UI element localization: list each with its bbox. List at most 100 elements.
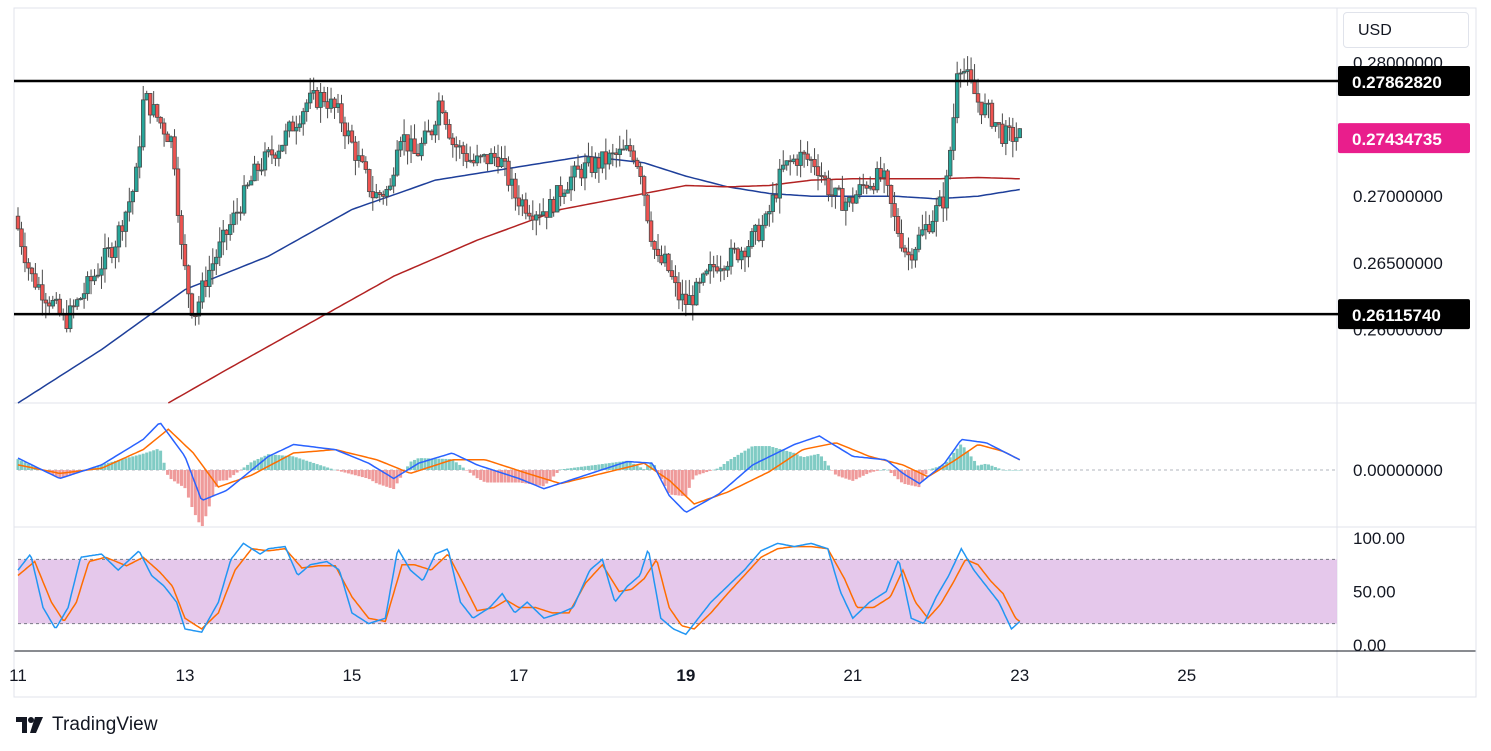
histogram-bar-positive (590, 465, 594, 470)
candle-up (422, 130, 428, 144)
histogram-bar-positive (879, 470, 883, 471)
histogram-bar-positive (1000, 469, 1004, 471)
candle-down (996, 122, 1002, 125)
histogram-bar-positive (973, 460, 977, 470)
histogram-bar-positive (743, 450, 747, 470)
candle-up (374, 192, 379, 199)
candle-down (840, 188, 845, 211)
candle-down (429, 130, 435, 136)
time-tick-label: 17 (509, 666, 528, 685)
candle-up (593, 157, 598, 173)
histogram-bar-positive (820, 456, 824, 470)
stochastic-tick-label: 50.00 (1353, 583, 1396, 602)
tradingview-logo[interactable]: TradingView (16, 714, 158, 736)
time-tick-label: 25 (1177, 666, 1196, 685)
candle-down (154, 104, 160, 118)
candle-down (742, 250, 748, 258)
candle-up (763, 213, 769, 226)
candle-down (666, 253, 671, 272)
candle-down (363, 161, 369, 170)
candle-down (415, 153, 421, 157)
candle-up (509, 178, 515, 186)
candle-down (342, 122, 348, 137)
histogram-bar-positive (639, 467, 643, 470)
histogram-bar-positive (733, 456, 737, 470)
candle-up (116, 225, 122, 248)
price-pane (18, 8, 1337, 403)
candle-down (523, 199, 529, 214)
histogram-bar-negative (913, 470, 917, 487)
histogram-bar-positive (781, 449, 785, 470)
candle-down (1000, 123, 1005, 144)
candle-down (332, 98, 337, 108)
candle-down (735, 248, 741, 261)
candle-down (19, 228, 24, 248)
candle-down (203, 280, 209, 287)
candle-up (433, 124, 438, 136)
tradingview-logo-icon (16, 717, 43, 733)
candle-up (99, 268, 104, 276)
histogram-bar-negative (875, 470, 879, 471)
candle-up (67, 305, 73, 329)
candle-up (687, 295, 692, 305)
candle-up (123, 211, 129, 232)
candle-up (913, 248, 918, 261)
candle-down (645, 194, 650, 222)
histogram-bar-negative (475, 470, 479, 479)
candle-down (377, 192, 382, 195)
candle-down (120, 225, 125, 232)
chart-canvas[interactable]: 0.280000000.270000000.265000000.26000000… (0, 0, 1491, 751)
candle-up (565, 189, 570, 194)
histogram-bar-negative (392, 470, 396, 490)
candle-down (255, 163, 261, 171)
candle-up (335, 103, 341, 108)
candle-down (426, 130, 431, 133)
candle-up (130, 191, 135, 203)
candle-down (1007, 125, 1012, 128)
histogram-bar-positive (120, 459, 124, 470)
candle-up (92, 275, 97, 282)
candle-up (221, 229, 226, 243)
candle-up (586, 156, 591, 164)
candle-down (40, 284, 45, 301)
candle-down (979, 101, 984, 116)
candle-up (102, 248, 108, 270)
histogram-bar-negative (350, 470, 354, 475)
histogram-bar-negative (840, 470, 844, 478)
candle-up (784, 160, 789, 166)
currency-selector[interactable]: USD (1343, 12, 1469, 48)
candle-up (739, 250, 744, 261)
candle-down (659, 255, 664, 264)
histogram-bar-positive (586, 465, 590, 470)
candle-up (547, 199, 553, 218)
candle-down (464, 153, 469, 162)
candle-up (749, 231, 755, 247)
histogram-bar-positive (806, 456, 810, 470)
candle-up (847, 196, 852, 203)
candle-down (975, 93, 981, 103)
histogram-bar-positive (308, 461, 312, 470)
histogram-bar-negative (221, 470, 225, 481)
histogram-bar-negative (225, 470, 229, 481)
histogram-bar-positive (461, 467, 465, 470)
histogram-bar-positive (579, 466, 583, 470)
candle-down (381, 194, 386, 197)
histogram-bar-positive (795, 454, 799, 470)
histogram-bar-positive (736, 454, 740, 470)
histogram-bar-negative (893, 470, 897, 477)
candle-down (370, 191, 375, 199)
candle-down (530, 215, 535, 221)
histogram-bar-negative (858, 470, 862, 478)
histogram-bar-negative (173, 470, 177, 482)
candle-down (527, 212, 532, 217)
candle-up (457, 145, 462, 148)
candle-down (182, 244, 188, 267)
histogram-bar-negative (235, 470, 239, 473)
candle-up (561, 192, 567, 197)
candle-up (868, 185, 873, 189)
histogram-bar-positive (980, 464, 984, 470)
time-tick-label: 19 (676, 666, 695, 685)
candle-down (721, 268, 727, 271)
stochastic-band-fill (18, 559, 1337, 624)
histogram-bar-negative (708, 470, 712, 471)
